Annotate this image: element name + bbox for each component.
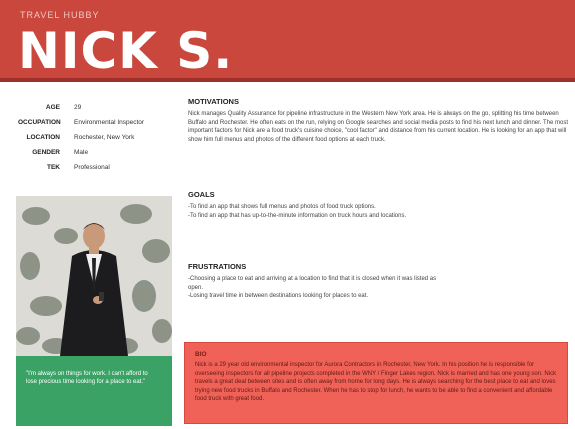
bio-card: BIO Nick is a 29 year old environmental … [184,342,568,424]
goal-item: -To find an app that has up-to-the-minut… [188,212,407,219]
profile-value: Professional [74,164,110,171]
profile-row-location: LOCATION Rochester, New York [18,130,178,145]
persona-category: TRAVEL HUBBY [20,10,100,20]
profile-label: OCCUPATION [18,119,61,126]
goal-item: -To find an app that shows full menus an… [188,204,376,210]
persona-photo [16,196,172,356]
frustrations-heading: FRUSTRATIONS [188,262,247,271]
profile-table: AGE 29 OCCUPATION Environmental Inspecto… [18,100,178,175]
profile-value: Environmental Inspector [74,119,145,126]
goals-heading: GOALS [188,190,215,199]
frustration-item: -Losing travel time in between destinati… [188,293,369,299]
goals-section: GOALS -To find an app that shows full me… [188,190,448,220]
profile-row-tek: TEK Professional [18,160,178,175]
motivations-section: MOTIVATIONS Nick manages Quality Assuran… [188,97,568,144]
frustration-item: -Choosing a place to eat and arriving at… [188,276,437,291]
persona-name: NICK S. [18,22,234,80]
header-banner: TRAVEL HUBBY NICK S. [0,0,575,82]
bio-heading: BIO [195,351,207,358]
profile-label: AGE [45,104,60,111]
bio-text: Nick is a 29 year old environmental insp… [195,362,557,402]
profile-label: LOCATION [26,134,60,141]
frustrations-section: FRUSTRATIONS -Choosing a place to eat an… [188,262,448,301]
profile-row-age: AGE 29 [18,100,178,115]
persona-quote-card: "I'm always on things for work. I can't … [16,356,172,426]
profile-value: Male [74,149,89,156]
motivations-text: Nick manages Quality Assurance for pipel… [188,111,569,143]
profile-label: TEK [47,164,60,171]
profile-label: GENDER [32,149,60,156]
profile-value: Rochester, New York [74,134,135,141]
profile-row-occupation: OCCUPATION Environmental Inspector [18,115,178,130]
persona-photo-illustration [16,196,172,356]
profile-value: 29 [74,104,82,111]
profile-row-gender: GENDER Male [18,145,178,160]
motivations-heading: MOTIVATIONS [188,97,239,106]
